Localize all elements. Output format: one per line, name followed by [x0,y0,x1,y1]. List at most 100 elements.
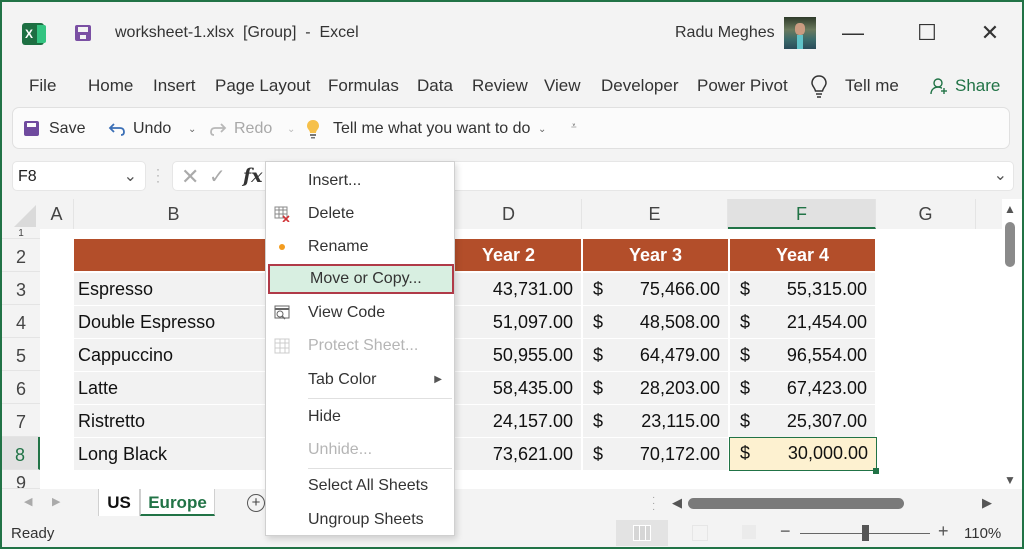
avatar[interactable] [784,17,816,49]
tell-me-dropdown-icon[interactable]: ⌄ [538,124,546,135]
cell-d6[interactable]: 58,435.00 [436,372,581,404]
tab-view[interactable]: View [544,76,581,96]
cell-f3[interactable]: $55,315.00 [730,273,875,305]
scroll-down-arrow-icon[interactable]: ▼ [1004,473,1016,487]
sheet-tab-us[interactable]: US [98,489,140,516]
menu-item-insert[interactable]: Insert... [266,166,454,196]
drag-handle-icon[interactable]: · · · [156,163,160,187]
row-header-2[interactable]: 2 [2,239,40,272]
cell-e4[interactable]: $48,508.00 [583,306,728,338]
menu-item-hide[interactable]: Hide [266,402,454,432]
enter-check-icon[interactable]: ✓ [209,164,226,189]
column-header-b[interactable]: B [74,199,274,229]
cell-e8[interactable]: $70,172.00 [583,438,728,470]
user-name[interactable]: Radu Meghes [675,24,775,42]
cell-f4[interactable]: $21,454.00 [730,306,875,338]
insert-function-button[interactable]: fx [243,165,263,187]
fill-handle[interactable] [873,468,879,474]
horizontal-scrollbar-thumb[interactable] [688,498,904,509]
tab-scroll-left-icon[interactable]: ◀ [24,495,32,508]
tell-me-search[interactable]: Tell me what you want to do [333,120,530,138]
tab-page-layout[interactable]: Page Layout [215,76,310,96]
cell-d4[interactable]: 51,097.00 [436,306,581,338]
qat-undo-button[interactable]: Undo [133,120,171,138]
redo-dropdown-icon[interactable]: ⌄ [287,124,295,135]
row-header-6[interactable]: 6 [2,371,40,404]
tab-insert[interactable]: Insert [153,76,196,96]
row-header-9[interactable]: 9 [2,470,40,489]
expand-formula-bar-icon[interactable]: ⌄ [994,165,1007,185]
cell-e6[interactable]: $28,203.00 [583,372,728,404]
normal-view-button[interactable] [616,520,668,546]
tab-developer[interactable]: Developer [601,76,679,96]
cell-e7[interactable]: $23,115.00 [583,405,728,437]
row-header-7[interactable]: 7 [2,404,40,437]
row-header-4[interactable]: 4 [2,305,40,338]
table-header-year-2[interactable]: Year 2 [436,239,581,271]
customize-qat-icon[interactable]: ⩡ [571,121,577,132]
page-break-view-button[interactable] [742,525,756,539]
cell-f7[interactable]: $25,307.00 [730,405,875,437]
zoom-slider-thumb[interactable] [862,525,869,541]
sheet-tab-europe[interactable]: Europe [140,489,215,516]
menu-item-tab-color[interactable]: Tab Color ▶ [266,365,454,395]
menu-item-ungroup-sheets[interactable]: Ungroup Sheets [266,505,454,535]
table-header-year-4[interactable]: Year 4 [730,239,875,271]
chevron-down-icon[interactable]: ⌄ [124,166,137,186]
menu-item-view-code[interactable]: View Code [266,298,454,328]
scroll-right-arrow-icon[interactable]: ▶ [982,495,992,511]
menu-item-protect-sheet[interactable]: Protect Sheet... [266,331,454,361]
cell-e3[interactable]: $75,466.00 [583,273,728,305]
tell-me-button[interactable]: Tell me [845,76,899,96]
zoom-out-button[interactable]: − [780,521,791,542]
add-sheet-button[interactable]: + [247,494,265,512]
menu-item-delete[interactable]: Delete [266,199,454,229]
cancel-icon[interactable]: ✕ [181,164,199,190]
active-cell-f8[interactable]: $30,000.00 [729,437,877,471]
maximize-button[interactable]: ☐ [912,18,942,48]
close-button[interactable]: ✕ [975,18,1005,48]
zoom-level[interactable]: 110% [964,525,1001,542]
tab-formulas[interactable]: Formulas [328,76,399,96]
page-layout-view-button[interactable] [692,525,708,541]
row-header-5[interactable]: 5 [2,338,40,371]
share-button[interactable]: Share [955,76,1000,96]
cell-f6[interactable]: $67,423.00 [730,372,875,404]
table-header-year-3[interactable]: Year 3 [583,239,728,271]
column-header-a[interactable]: A [40,199,74,229]
tab-data[interactable]: Data [417,76,453,96]
tab-scroll-right-icon[interactable]: ▶ [52,495,60,508]
select-all-corner[interactable] [14,205,36,227]
worksheet-grid[interactable]: A B C D E F G 1 2 3 4 5 6 7 8 9 Year 2 Y… [2,199,1022,489]
scroll-up-arrow-icon[interactable]: ▲ [1004,202,1016,216]
tab-power-pivot[interactable]: Power Pivot [697,76,788,96]
column-header-g[interactable]: G [876,199,976,229]
qat-save-button[interactable]: Save [49,120,85,138]
scroll-left-arrow-icon[interactable]: ◀ [672,495,682,511]
cell-d5[interactable]: 50,955.00 [436,339,581,371]
column-header-d[interactable]: D [436,199,582,229]
row-header-1[interactable]: 1 [2,229,40,239]
zoom-in-button[interactable]: + [938,521,949,542]
cell-d7[interactable]: 24,157.00 [436,405,581,437]
cell-d8[interactable]: 73,621.00 [436,438,581,470]
menu-item-move-or-copy[interactable]: Move or Copy... [268,264,454,294]
menu-item-unhide[interactable]: Unhide... [266,435,454,465]
tab-file[interactable]: File [29,76,56,96]
menu-item-select-all-sheets[interactable]: Select All Sheets [266,471,454,501]
column-header-f[interactable]: F [728,199,876,229]
tab-home[interactable]: Home [88,76,133,96]
row-header-8[interactable]: 8 [2,437,40,470]
minimize-button[interactable]: — [838,18,868,48]
undo-dropdown-icon[interactable]: ⌄ [188,124,196,135]
tab-review[interactable]: Review [472,76,528,96]
vertical-scrollbar-thumb[interactable] [1005,222,1015,267]
cell-d3[interactable]: 43,731.00 [436,273,581,305]
qat-redo-button[interactable]: Redo [234,120,272,138]
menu-item-rename[interactable]: Rename [266,232,454,262]
row-header-3[interactable]: 3 [2,272,40,305]
save-icon[interactable] [75,25,91,41]
name-box[interactable]: F8 ⌄ [12,161,146,191]
cell-f5[interactable]: $96,554.00 [730,339,875,371]
column-header-e[interactable]: E [582,199,728,229]
